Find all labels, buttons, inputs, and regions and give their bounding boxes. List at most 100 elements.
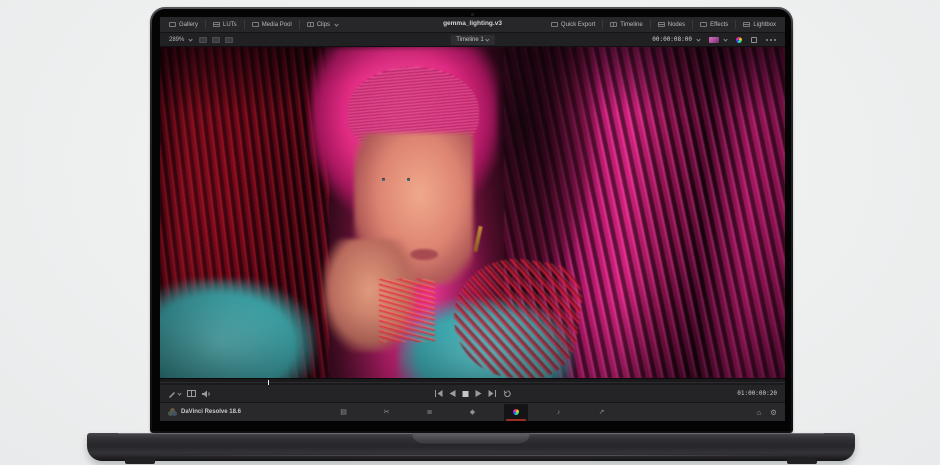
luts-label: LUTs bbox=[223, 22, 237, 28]
toolbar-separator bbox=[692, 20, 693, 29]
color-page-icon bbox=[513, 409, 519, 415]
viewer-zoom-dropdown[interactable]: 289% bbox=[167, 35, 194, 45]
timeline-label: Timeline bbox=[620, 22, 642, 28]
fairlight-page-icon: ♪ bbox=[557, 409, 561, 416]
quick-export-icon bbox=[551, 22, 558, 27]
effects-label: Effects bbox=[710, 22, 728, 28]
chevron-down-icon bbox=[723, 37, 727, 41]
toolbar-right-group: Quick Export Timeline Nodes bbox=[549, 20, 778, 30]
davinci-resolve-window: Gallery LUTs Media Pool bbox=[160, 17, 785, 421]
laptop-base bbox=[87, 433, 855, 461]
step-back-button[interactable] bbox=[449, 390, 455, 397]
gallery-button[interactable]: Gallery bbox=[167, 20, 200, 30]
gallery-icon bbox=[169, 22, 176, 27]
media-pool-icon bbox=[252, 22, 259, 27]
camera-dot bbox=[471, 13, 474, 16]
cut-page-icon: ✂ bbox=[384, 408, 390, 416]
toolbar-separator bbox=[602, 20, 603, 29]
app-version-label: DaVinci Resolve 18.6 bbox=[181, 409, 241, 415]
transport-bar: 01:00:00:20 bbox=[160, 385, 785, 402]
speaker-icon[interactable] bbox=[202, 390, 211, 398]
app-brand: DaVinci Resolve 18.6 bbox=[168, 408, 241, 416]
page-tabs: ▤ ✂ ≣ ◆ bbox=[332, 403, 614, 421]
gallery-label: Gallery bbox=[179, 22, 198, 28]
tab-fusion-page[interactable]: ◆ bbox=[461, 404, 485, 421]
expand-icon bbox=[751, 37, 757, 43]
viewer-header-left: 289% bbox=[167, 35, 233, 45]
clips-button[interactable]: Clips bbox=[305, 20, 340, 30]
chevron-down-icon bbox=[189, 37, 193, 41]
viewer-scrubber[interactable] bbox=[160, 378, 785, 385]
nodes-label: Nodes bbox=[668, 22, 685, 28]
picker-tool-button[interactable] bbox=[168, 390, 181, 398]
color-wheel-button[interactable] bbox=[734, 35, 744, 45]
clips-label: Clips bbox=[317, 22, 330, 28]
page-background: Gallery LUTs Media Pool bbox=[0, 0, 940, 465]
quick-export-label: Quick Export bbox=[561, 22, 595, 28]
stop-button[interactable] bbox=[462, 391, 468, 397]
timeline-selector[interactable]: Timeline 1 bbox=[450, 35, 494, 45]
toolbar-separator bbox=[735, 20, 736, 29]
viewer-timecode-dropdown[interactable]: 00:00:08:00 bbox=[650, 34, 702, 45]
tab-media-page[interactable]: ▤ bbox=[332, 404, 356, 421]
tab-edit-page[interactable]: ≣ bbox=[418, 404, 442, 421]
lightbox-label: Lightbox bbox=[753, 22, 776, 28]
viewer-toggle-2[interactable] bbox=[212, 37, 220, 43]
media-pool-label: Media Pool bbox=[262, 22, 292, 28]
chevron-down-icon bbox=[334, 22, 338, 26]
play-button[interactable] bbox=[475, 390, 481, 397]
next-clip-button[interactable] bbox=[488, 390, 496, 397]
luts-button[interactable]: LUTs bbox=[211, 20, 239, 30]
media-page-icon: ▤ bbox=[340, 408, 347, 416]
nodes-icon bbox=[658, 22, 665, 27]
toolbar-separator bbox=[650, 20, 651, 29]
more-options-button[interactable] bbox=[764, 37, 778, 43]
tab-cut-page[interactable]: ✂ bbox=[375, 404, 399, 421]
media-pool-button[interactable]: Media Pool bbox=[250, 20, 294, 30]
previous-clip-button[interactable] bbox=[434, 390, 442, 397]
transport-left-tools bbox=[168, 390, 211, 398]
viewer-timecode: 00:00:08:00 bbox=[652, 36, 692, 43]
toolbar-separator bbox=[205, 20, 206, 29]
viewer-toggle-3[interactable] bbox=[225, 37, 233, 43]
loop-button[interactable] bbox=[503, 390, 511, 397]
page-bar-right: ⌂ ⚙ bbox=[757, 408, 777, 417]
current-timecode: 01:00:00:20 bbox=[737, 391, 777, 397]
chevron-down-icon bbox=[177, 391, 181, 395]
rubber-foot-right bbox=[787, 459, 817, 464]
page-bar: DaVinci Resolve 18.6 ▤ ✂ ≣ bbox=[160, 402, 785, 421]
chevron-down-icon bbox=[696, 37, 700, 41]
timeline-selector-label: Timeline 1 bbox=[456, 37, 483, 43]
top-toolbar: Gallery LUTs Media Pool bbox=[160, 17, 785, 33]
lid-opening-notch bbox=[412, 433, 530, 445]
lightbox-icon bbox=[743, 22, 750, 27]
tab-color-page[interactable] bbox=[504, 404, 528, 421]
nodes-button[interactable]: Nodes bbox=[656, 20, 687, 30]
project-title: gemma_lighting.v3 bbox=[443, 21, 502, 28]
toolbar-separator bbox=[299, 20, 300, 29]
image-bypass-button[interactable] bbox=[707, 35, 729, 45]
rubber-foot-left bbox=[125, 459, 155, 464]
viewer-image bbox=[160, 47, 785, 378]
quick-export-button[interactable]: Quick Export bbox=[549, 20, 597, 30]
effects-icon bbox=[700, 22, 707, 27]
tab-fairlight-page[interactable]: ♪ bbox=[547, 404, 571, 421]
home-icon[interactable]: ⌂ bbox=[757, 408, 762, 417]
chevron-down-icon bbox=[485, 37, 489, 41]
timeline-icon bbox=[610, 22, 617, 27]
wipe-button[interactable] bbox=[187, 390, 196, 397]
luts-icon bbox=[213, 22, 220, 27]
davinci-resolve-logo bbox=[168, 408, 177, 416]
viewer-header-right: 00:00:08:00 bbox=[650, 34, 778, 45]
expand-viewer-button[interactable] bbox=[749, 35, 759, 45]
tab-deliver-page[interactable]: ↗ bbox=[590, 404, 614, 421]
timeline-button[interactable]: Timeline bbox=[608, 20, 644, 30]
effects-button[interactable]: Effects bbox=[698, 20, 730, 30]
laptop-lid: Gallery LUTs Media Pool bbox=[150, 7, 793, 433]
lightbox-button[interactable]: Lightbox bbox=[741, 20, 778, 30]
photo-vignette bbox=[160, 47, 785, 378]
fusion-page-icon: ◆ bbox=[470, 408, 475, 416]
settings-gear-icon[interactable]: ⚙ bbox=[770, 408, 777, 417]
viewer-toggle-1[interactable] bbox=[199, 37, 207, 43]
transport-controls bbox=[434, 390, 511, 397]
